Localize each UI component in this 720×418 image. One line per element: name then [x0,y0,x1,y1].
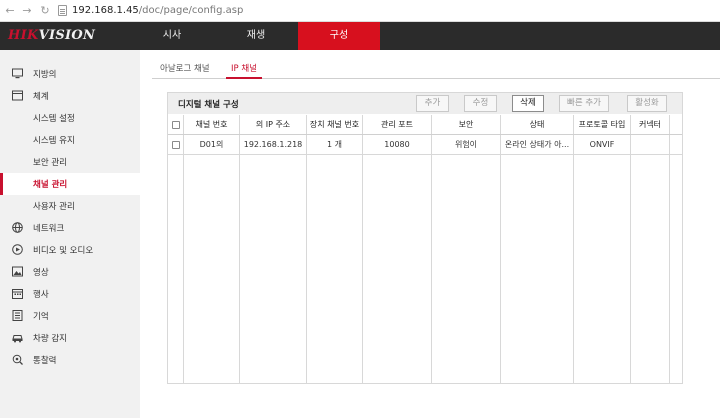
sidebar-item-label: 기억 [33,312,49,322]
calendar-icon [12,289,23,299]
column-header[interactable]: 보안 [432,115,500,135]
sidebar-item-insight[interactable]: 통찰력 [0,349,140,371]
column-header[interactable]: 프로토콜 타입 [574,115,630,135]
sidebar-item-video-audio[interactable]: 비디오 및 오디오 [0,239,140,261]
column-header[interactable]: 관리 포트 [363,115,431,135]
channel-number-cell: D01의 [199,140,224,149]
sidebar-item-system-settings[interactable]: 시스템 설정 [0,107,140,129]
top-nav-configuration[interactable]: 구성 [298,22,380,50]
url-host: 192.168.1.45 [72,5,139,16]
protocol-cell: ONVIF [589,140,615,149]
sidebar-item-label: 보안 관리 [33,158,67,168]
sidebar-item-label: 체계 [33,92,49,102]
tab-ip-channel[interactable]: IP 채널 [226,62,262,79]
column-header[interactable]: 장치 채널 번호 [307,115,362,135]
url-field[interactable]: 192.168.1.45/doc/page/config.asp [58,5,243,16]
sidebar-item-label: 채널 관리 [33,180,68,190]
modify-button[interactable]: 수정 [464,95,497,112]
globe-icon [12,222,23,233]
sidebar-item-storage[interactable]: 기억 [0,305,140,327]
system-icon [12,90,23,101]
sidebar-item-label: 지방의 [33,70,57,80]
sidebar-item-channel-management[interactable]: 채널 관리 [0,173,140,195]
page-icon [58,5,67,16]
quick-add-button[interactable]: 빠른 추가 [559,95,609,112]
sidebar-item-local[interactable]: 지방의 [0,63,140,85]
top-nav-live-view[interactable]: 시사 [132,22,212,50]
column-header[interactable]: 상태 [501,115,573,135]
panel-toolbar: 디지털 채널 구성 추가 수정 삭제 빠른 추가 활성화 [168,93,682,114]
connector-cell [631,135,669,155]
sidebar-item-label: 비디오 및 오디오 [33,246,94,256]
add-button[interactable]: 추가 [416,95,449,112]
delete-button[interactable]: 삭제 [512,95,544,112]
sidebar-item-label: 시스템 유지 [33,136,75,146]
table-header-row: 채널 번호 의 IP 주소 장치 채널 번호 관리 포트 보안 상태 프로토콜 … [168,115,682,135]
sidebar-item-network[interactable]: 네트워크 [0,217,140,239]
sidebar-item-image[interactable]: 영상 [0,261,140,283]
sidebar-item-label: 영상 [33,268,49,278]
sidebar-item-label: 시스템 설정 [33,114,75,124]
column-header[interactable]: 채널 번호 [184,115,239,135]
management-port-cell: 10080 [384,140,410,149]
sidebar-item-maintenance[interactable]: 시스템 유지 [0,129,140,151]
sidebar-item-label: 통찰력 [33,356,57,366]
top-nav-playback[interactable]: 재생 [215,22,297,50]
channel-tabs: 아날로그 채널 IP 채널 [152,60,720,79]
row-checkbox[interactable] [172,141,180,149]
insight-icon [12,354,23,365]
panel-title: 디지털 채널 구성 [178,100,239,110]
video-audio-icon [12,244,23,255]
storage-icon [12,310,23,321]
tab-analog-channel[interactable]: 아날로그 채널 [160,62,210,79]
monitor-icon [12,68,23,79]
digital-channel-panel: 디지털 채널 구성 추가 수정 삭제 빠른 추가 활성화 채널 번호 의 IP … [167,92,683,384]
vehicle-icon [12,335,23,343]
browser-address-bar: ← → ↻ 192.168.1.45/doc/page/config.asp [0,0,720,22]
column-header[interactable]: 의 IP 주소 [240,115,306,135]
activate-button[interactable]: 활성화 [627,95,667,112]
url-path: /doc/page/config.asp [138,5,244,16]
ip-address-cell: 192.168.1.218 [243,140,303,149]
forward-arrow-icon[interactable]: → [20,4,34,18]
channel-table: 채널 번호 의 IP 주소 장치 채널 번호 관리 포트 보안 상태 프로토콜 … [168,115,682,383]
reload-icon[interactable]: ↻ [38,4,52,18]
sidebar-item-event[interactable]: 행사 [0,283,140,305]
sidebar-item-label: 네트워크 [33,224,65,234]
status-cell: 온라인 상태가 아... [504,140,570,149]
sidebar-item-label: 차량 감지 [33,334,67,344]
sidebar-item-label: 행사 [33,290,49,300]
sidebar: 지방의 체계 시스템 설정 시스템 유지 보안 관리 채널 관리 사용자 관리 … [0,50,140,418]
app-header: HIKVISION 시사 재생 구성 [0,22,720,50]
table-row[interactable]: D01의 192.168.1.218 1 개 10080 위험이 온라인 상태가… [168,135,682,155]
device-channel-cell: 1 개 [327,140,342,149]
sidebar-item-label: 사용자 관리 [33,202,75,212]
column-header[interactable]: 커넥터 [631,115,669,135]
sidebar-item-system[interactable]: 체계 [0,85,140,107]
sidebar-item-vehicle-detection[interactable]: 차량 감지 [0,327,140,349]
security-cell: 위험이 [454,140,478,149]
image-icon [12,266,23,277]
select-all-checkbox[interactable] [172,121,180,129]
sidebar-item-security-management[interactable]: 보안 관리 [0,151,140,173]
back-arrow-icon[interactable]: ← [3,4,17,18]
sidebar-item-user-management[interactable]: 사용자 관리 [0,195,140,217]
hikvision-logo: HIKVISION [8,28,96,43]
